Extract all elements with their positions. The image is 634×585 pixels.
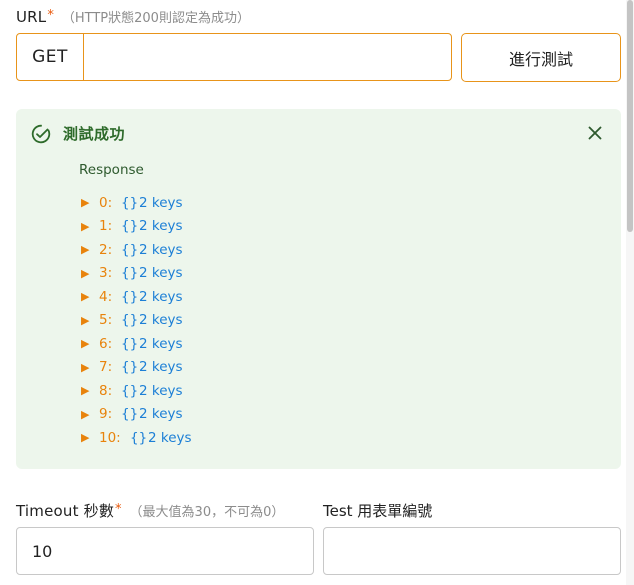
tree-node-count: 2 keys	[139, 288, 183, 305]
timeout-input[interactable]	[16, 527, 314, 575]
object-brace-icon: {}	[121, 312, 139, 329]
tree-node-6[interactable]: ▶ 6: {} 2 keys	[81, 332, 192, 356]
object-brace-icon: {}	[121, 382, 139, 399]
tree-node-key: 0:	[99, 194, 113, 211]
tree-node-10[interactable]: ▶ 10: {} 2 keys	[81, 426, 192, 450]
tree-node-5[interactable]: ▶ 5: {} 2 keys	[81, 309, 192, 333]
object-brace-icon: {}	[121, 406, 139, 423]
tree-node-key: 3:	[99, 265, 113, 282]
tree-node-count: 2 keys	[148, 429, 192, 446]
tree-node-count: 2 keys	[139, 335, 183, 352]
result-header: 測試成功	[31, 123, 125, 144]
check-circle-icon	[31, 124, 51, 144]
tree-node-0[interactable]: ▶ 0: {} 2 keys	[81, 191, 192, 215]
tree-node-key: 6:	[99, 335, 113, 352]
expand-triangle-icon: ▶	[81, 337, 90, 351]
tree-node-count: 2 keys	[139, 312, 183, 329]
expand-triangle-icon: ▶	[81, 431, 90, 445]
url-label-row: URL * （HTTP狀態200則認定為成功）	[16, 7, 250, 27]
response-label: Response	[79, 162, 144, 178]
timeout-required-mark: *	[115, 502, 122, 517]
scrollbar[interactable]	[626, 0, 634, 585]
tree-node-3[interactable]: ▶ 3: {} 2 keys	[81, 262, 192, 286]
expand-triangle-icon: ▶	[81, 384, 90, 398]
expand-triangle-icon: ▶	[81, 219, 90, 233]
url-input[interactable]	[84, 34, 451, 80]
expand-triangle-icon: ▶	[81, 243, 90, 257]
test-result-panel: 測試成功 Response ▶ 0: {} 2 keys ▶ 1: {} 2 k…	[16, 109, 621, 469]
test-form-label: Test 用表單編號	[323, 502, 433, 520]
tree-node-count: 2 keys	[139, 265, 183, 282]
tree-node-key: 9:	[99, 406, 113, 423]
expand-triangle-icon: ▶	[81, 266, 90, 280]
run-test-button[interactable]: 進行測試	[461, 33, 621, 82]
expand-triangle-icon: ▶	[81, 290, 90, 304]
tree-node-key: 4:	[99, 288, 113, 305]
tree-node-2[interactable]: ▶ 2: {} 2 keys	[81, 238, 192, 262]
tree-node-7[interactable]: ▶ 7: {} 2 keys	[81, 356, 192, 380]
tree-node-1[interactable]: ▶ 1: {} 2 keys	[81, 215, 192, 239]
close-icon[interactable]	[587, 125, 603, 141]
timeout-hint: （最大值為30，不可為0）	[129, 505, 285, 520]
http-method-label: GET	[17, 34, 84, 80]
tree-node-9[interactable]: ▶ 9: {} 2 keys	[81, 403, 192, 427]
tree-node-count: 2 keys	[139, 406, 183, 423]
object-brace-icon: {}	[121, 194, 139, 211]
tree-node-4[interactable]: ▶ 4: {} 2 keys	[81, 285, 192, 309]
tree-node-key: 7:	[99, 359, 113, 376]
object-brace-icon: {}	[130, 429, 148, 446]
result-title: 測試成功	[63, 125, 126, 143]
tree-node-key: 10:	[99, 429, 121, 446]
expand-triangle-icon: ▶	[81, 313, 90, 327]
tree-node-key: 2:	[99, 241, 113, 258]
object-brace-icon: {}	[121, 241, 139, 258]
timeout-label: Timeout 秒數	[16, 502, 115, 520]
tree-node-count: 2 keys	[139, 241, 183, 258]
tree-node-key: 1:	[99, 218, 113, 235]
tree-node-count: 2 keys	[139, 218, 183, 235]
tree-node-key: 8:	[99, 382, 113, 399]
url-hint: （HTTP狀態200則認定為成功）	[61, 11, 250, 26]
url-required-mark: *	[47, 8, 54, 23]
object-brace-icon: {}	[121, 218, 139, 235]
tree-node-count: 2 keys	[139, 359, 183, 376]
timeout-label-row: Timeout 秒數 * （最大值為30，不可為0）	[16, 500, 284, 521]
url-label: URL	[16, 8, 47, 26]
object-brace-icon: {}	[121, 335, 139, 352]
expand-triangle-icon: ▶	[81, 407, 90, 421]
object-brace-icon: {}	[121, 288, 139, 305]
response-tree: ▶ 0: {} 2 keys ▶ 1: {} 2 keys ▶ 2: {} 2 …	[81, 191, 192, 450]
test-form-input[interactable]	[323, 527, 621, 575]
scrollbar-thumb[interactable]	[627, 0, 633, 232]
url-input-group: GET	[16, 33, 452, 81]
tree-node-count: 2 keys	[139, 382, 183, 399]
tree-node-8[interactable]: ▶ 8: {} 2 keys	[81, 379, 192, 403]
object-brace-icon: {}	[121, 265, 139, 282]
expand-triangle-icon: ▶	[81, 360, 90, 374]
object-brace-icon: {}	[121, 359, 139, 376]
tree-node-key: 5:	[99, 312, 113, 329]
tree-node-count: 2 keys	[139, 194, 183, 211]
expand-triangle-icon: ▶	[81, 196, 90, 210]
